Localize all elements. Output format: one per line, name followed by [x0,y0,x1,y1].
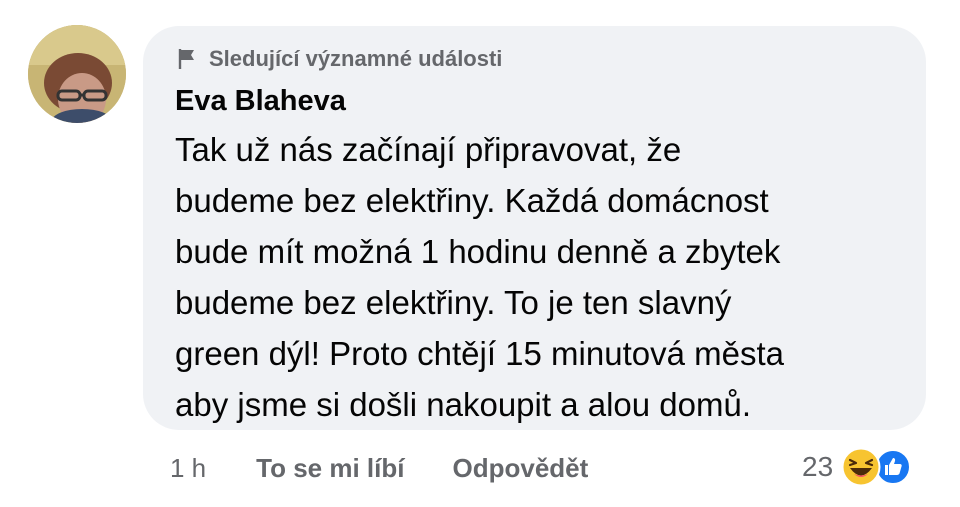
comment-actions: 1 h To se mi líbí Odpovědět [170,448,588,488]
comment-author[interactable]: Eva Blaheva [175,84,898,118]
haha-emoji-icon [841,447,881,487]
comment-timestamp[interactable]: 1 h [170,453,206,484]
badge-label: Sledující významné události [209,46,503,71]
comment-bubble: Sledující významné události Eva Blaheva … [143,26,926,430]
flag-icon [178,49,194,69]
reaction-count: 23 [802,451,834,482]
top-fan-badge: Sledující významné události [175,44,898,74]
reply-button[interactable]: Odpovědět [452,453,588,484]
profile-photo [28,25,126,123]
comment-text: Tak už nás začínají připravovat, že bude… [175,131,784,423]
avatar[interactable] [28,25,126,123]
reactions-summary[interactable]: 23 [802,447,923,487]
reaction-icons [841,447,923,487]
like-button[interactable]: To se mi líbí [256,453,404,484]
